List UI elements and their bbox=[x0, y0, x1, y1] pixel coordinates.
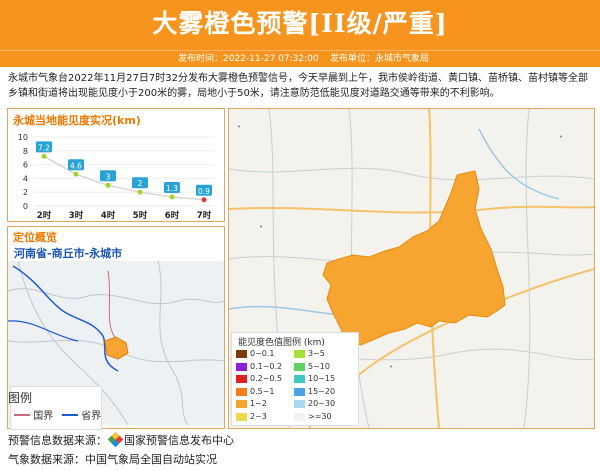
province-border-line-icon bbox=[62, 414, 78, 416]
data-point bbox=[137, 189, 143, 195]
legend-label-country: 国界 bbox=[33, 411, 54, 422]
visibility-legend-label: 3~5 bbox=[308, 349, 325, 358]
weather-source-value[interactable]: 中国气象局全国自动站实况 bbox=[85, 453, 217, 466]
y-tick-label: 4 bbox=[23, 174, 28, 183]
visibility-legend-label: >=30 bbox=[308, 411, 332, 421]
color-swatch bbox=[294, 387, 305, 396]
color-swatch bbox=[236, 400, 247, 408]
visibility-color-legend: 能见度色值图例 (km) 0~0.1 0.1~0.2 0.2~0.5 0.5~1 1~2… bbox=[231, 332, 359, 426]
color-swatch bbox=[236, 362, 247, 371]
svg-text:•: • bbox=[259, 223, 263, 231]
x-tick-label: 3时 bbox=[69, 210, 84, 221]
data-point bbox=[169, 194, 175, 200]
data-point bbox=[105, 182, 111, 188]
legend-item-province-border: 省界 bbox=[62, 407, 101, 422]
warning-source-label: 预警信息数据来源： bbox=[8, 434, 107, 447]
svg-text:•: • bbox=[559, 133, 563, 141]
visibility-legend-title: 能见度色值图例 (km) bbox=[238, 338, 325, 348]
visibility-legend-label: 0.2~0.5 bbox=[250, 374, 283, 383]
y-tick-label: 2 bbox=[23, 188, 28, 197]
data-label: 0.9 bbox=[198, 187, 210, 196]
color-swatch bbox=[294, 412, 305, 421]
color-swatch bbox=[236, 350, 247, 358]
country-border-line-icon bbox=[14, 414, 30, 416]
y-tick-label: 10 bbox=[18, 133, 28, 142]
footer-weather-source: 气象数据来源：中国气象局全国自动站实况 bbox=[8, 451, 217, 467]
visibility-legend-label: 20~30 bbox=[308, 399, 336, 408]
location-name: 河南省-商丘市-永城市 bbox=[14, 247, 123, 260]
visibility-legend-label: 1~2 bbox=[250, 399, 267, 408]
visibility-legend-label: 0.5~1 bbox=[250, 386, 275, 396]
publish-time: 发布时间：2022-11-27 07:32:00 bbox=[178, 54, 319, 64]
legend-title: 图例 bbox=[8, 391, 33, 405]
visibility-legend-label: 10~15 bbox=[308, 374, 336, 383]
page-title: 大雾橙色预警[II级/严重] bbox=[152, 9, 448, 38]
x-tick-label: 7时 bbox=[197, 210, 212, 221]
y-tick-label: 0 bbox=[23, 202, 28, 211]
data-point bbox=[201, 197, 207, 203]
visibility-legend-label: 15~20 bbox=[308, 386, 336, 396]
color-swatch bbox=[294, 375, 305, 383]
x-tick-label: 6时 bbox=[165, 210, 180, 221]
legend-item-country-border: 国界 bbox=[14, 407, 53, 422]
y-tick-label: 6 bbox=[23, 161, 28, 170]
visibility-legend-label: 0~0.1 bbox=[250, 349, 275, 358]
svg-text:•: • bbox=[389, 363, 393, 371]
weather-source-label: 气象数据来源： bbox=[8, 453, 85, 466]
data-point bbox=[41, 153, 47, 159]
warning-source-value[interactable]: 国家预警信息发布中心 bbox=[124, 434, 234, 447]
color-swatch bbox=[294, 400, 305, 408]
color-swatch bbox=[294, 362, 305, 371]
data-label: 3 bbox=[106, 172, 111, 181]
color-swatch bbox=[236, 375, 247, 383]
x-tick-label: 2时 bbox=[37, 210, 52, 221]
visibility-legend-label: 2~3 bbox=[250, 411, 267, 421]
visibility-legend-label: 5~10 bbox=[308, 361, 330, 371]
location-title: 定位概览 bbox=[13, 231, 57, 244]
release-center-logo-icon bbox=[107, 431, 124, 448]
x-tick-label: 5时 bbox=[133, 210, 148, 221]
color-swatch bbox=[294, 350, 305, 358]
data-point bbox=[73, 171, 79, 177]
warning-description: 永城市气象台2022年11月27日7时32分发布大雾橙色预警信号，今天早晨到上午… bbox=[8, 73, 588, 99]
data-label: 4.6 bbox=[70, 161, 82, 170]
footer-warning-source: 预警信息数据来源： 国家预警信息发布中心 bbox=[8, 431, 234, 448]
data-label: 1.3 bbox=[166, 184, 178, 193]
visibility-legend-label: 0.1~0.2 bbox=[250, 361, 283, 371]
publish-unit: 发布单位：永城市气象局 bbox=[330, 54, 430, 64]
color-swatch bbox=[236, 387, 247, 396]
legend-label-province: 省界 bbox=[81, 411, 102, 422]
x-tick-label: 4时 bbox=[101, 210, 116, 221]
data-label: 7.2 bbox=[38, 143, 50, 152]
svg-text:•: • bbox=[237, 123, 241, 131]
visibility-chart-panel: 永城当地能见度实况(km) 0 2 4 6 8 10 7.2 2时 4.6 3时 3 4时 2 5时 1.3… bbox=[7, 108, 225, 222]
data-label: 2 bbox=[138, 179, 143, 188]
color-swatch bbox=[236, 412, 247, 421]
y-tick-label: 8 bbox=[23, 147, 28, 156]
visibility-chart: 0 2 4 6 8 10 7.2 2时 4.6 3时 3 4时 2 5时 1.3 6时 0.9 7时 bbox=[18, 133, 214, 221]
